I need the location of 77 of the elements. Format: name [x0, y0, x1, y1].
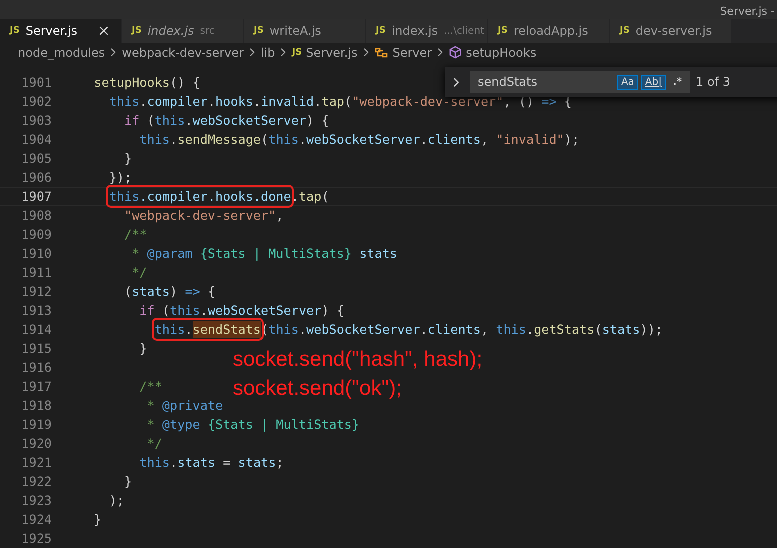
- line-number: 1916: [20, 360, 52, 375]
- match-count: 1 of 3: [696, 75, 730, 89]
- code-line: }: [138, 340, 148, 357]
- code-line: (stats) => {: [124, 283, 216, 300]
- code-line: * @type {Stats | MultiStats}: [146, 416, 360, 433]
- code-line: */: [146, 435, 162, 452]
- tab-description: src: [200, 26, 215, 37]
- code-line: );: [108, 492, 125, 509]
- code-line: if (this.webSocketServer) {: [138, 302, 344, 319]
- code-line: * @private: [146, 397, 224, 414]
- line-number: 1913: [20, 303, 52, 318]
- js-file-icon: JS: [132, 26, 142, 36]
- tab-description: ...\client: [444, 26, 484, 37]
- line-number: 1905: [20, 151, 52, 166]
- editor-tab[interactable]: JS index.js ...\client: [366, 19, 488, 43]
- code-line: }: [124, 473, 132, 490]
- line-number: 1922: [20, 474, 52, 489]
- line-number: 1924: [20, 512, 52, 527]
- code-line: }: [93, 511, 102, 528]
- js-file-icon: JS: [10, 26, 20, 36]
- js-file-icon: JS: [620, 26, 630, 36]
- code-line: this.compiler.hooks.done.tap(: [79, 188, 330, 205]
- js-file-icon: JS: [292, 48, 302, 58]
- code-line: setupHooks() {: [93, 74, 200, 91]
- class-icon: [374, 46, 389, 59]
- js-file-icon: JS: [254, 26, 264, 36]
- line-number: 1919: [20, 417, 52, 432]
- breadcrumb-item[interactable]: setupHooks: [466, 46, 537, 60]
- js-file-icon: JS: [498, 26, 508, 36]
- code-line: /**: [138, 378, 162, 395]
- line-number: 1904: [20, 132, 52, 147]
- line-number: 1902: [20, 94, 52, 109]
- breadcrumb-item[interactable]: lib: [260, 46, 276, 60]
- code-line: });: [108, 169, 132, 186]
- line-number: 1920: [20, 436, 52, 451]
- find-field[interactable]: sendStats Aa Ab| .*: [470, 71, 690, 93]
- line-number: 1910: [20, 246, 52, 261]
- code-line: if (this.webSocketServer) {: [124, 112, 330, 129]
- line-number: 1912: [20, 284, 52, 299]
- cube-icon: [449, 46, 462, 60]
- code-line: * @param {Stats | MultiStats} stats: [131, 245, 398, 262]
- annotation-text: socket.send("hash", hash); socket.send("ok");: [233, 347, 483, 402]
- breadcrumb-item[interactable]: webpack-dev-server: [122, 46, 244, 60]
- code-line: "webpack-dev-server",: [124, 207, 284, 224]
- line-number: 1923: [20, 493, 52, 508]
- editor-tab[interactable]: JS writeA.js: [244, 19, 366, 43]
- line-number: 1914: [20, 322, 52, 337]
- line-number: 1901: [20, 75, 52, 90]
- js-file-icon: JS: [376, 26, 386, 36]
- line-number: 1908: [20, 208, 52, 223]
- line-number: 1907: [20, 189, 52, 204]
- line-number: 1906: [20, 170, 52, 185]
- code-line: this.sendMessage(this.webSocketServer.clients, "invalid");: [138, 131, 580, 148]
- find-option-toggle[interactable]: .*: [668, 74, 686, 90]
- editor-tab[interactable]: JS reloadApp.js: [488, 19, 610, 43]
- breadcrumb-item[interactable]: node_modules: [18, 46, 106, 60]
- window-title: Server.js -: [720, 5, 775, 20]
- line-number: 1911: [20, 265, 52, 280]
- line-number: 1925: [20, 531, 52, 546]
- line-number: 1917: [20, 379, 52, 394]
- editor-tab[interactable]: JS Server.js: [0, 19, 122, 43]
- editor-tab[interactable]: JS dev-server.js: [610, 19, 732, 43]
- line-number: 1921: [20, 455, 52, 470]
- find-option-toggle[interactable]: Aa: [617, 74, 638, 90]
- line-number: 1918: [20, 398, 52, 413]
- line-number: 1903: [20, 113, 52, 128]
- highlight-box: this.compiler.hooks.done: [109, 188, 292, 203]
- code-line: this.stats = stats;: [138, 454, 284, 471]
- editor-tab[interactable]: JS index.js src: [122, 19, 244, 43]
- code-line: /**: [124, 226, 148, 243]
- breadcrumb-item[interactable]: Server.js: [306, 46, 358, 60]
- code-line: }: [124, 150, 132, 167]
- line-number: 1915: [20, 341, 52, 356]
- code-line: */: [131, 264, 148, 281]
- line-number: 1909: [20, 227, 52, 242]
- breadcrumb-item[interactable]: Server: [392, 46, 432, 60]
- find-option-toggle[interactable]: Ab|: [641, 74, 666, 90]
